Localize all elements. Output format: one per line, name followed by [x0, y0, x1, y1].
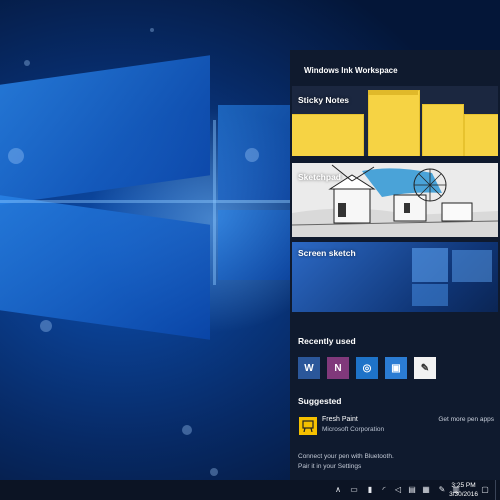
wallpaper-particle	[182, 425, 192, 435]
pen-workspace-icon[interactable]: ✎	[437, 482, 447, 496]
onenote-icon[interactable]: N	[327, 357, 349, 379]
maps-icon[interactable]: ◎	[356, 357, 378, 379]
screen-sketch-preview-pane	[412, 284, 448, 306]
sketchpad-label: Sketchpad	[298, 172, 341, 182]
screen-sketch-preview-pane	[452, 250, 492, 282]
clock-date: 3/30/2016	[449, 491, 478, 498]
wallpaper-window-pane	[218, 210, 290, 280]
word-icon[interactable]: W	[298, 357, 320, 379]
sticky-notes-label: Sticky Notes	[298, 95, 350, 105]
clock-time: 3:25 PM	[451, 482, 476, 489]
notifications-icon[interactable]: ▢	[480, 482, 490, 496]
volume-icon[interactable]: ◁	[393, 482, 403, 496]
sticky-note	[368, 90, 420, 156]
action-center-icon[interactable]: ▤	[407, 482, 417, 496]
network-icon[interactable]: ▮	[365, 482, 375, 496]
wallpaper-window-pane	[0, 195, 210, 340]
taskbar-clock[interactable]: 3:25 PM 3/30/2016	[449, 481, 478, 499]
wallpaper-window-pane	[0, 55, 210, 205]
sticky-note	[464, 114, 498, 156]
wifi-icon[interactable]: ◜	[379, 482, 389, 496]
battery-icon[interactable]: ▭	[349, 482, 359, 496]
wallpaper-light-beam	[0, 200, 290, 203]
chevron-up-icon[interactable]: ∧	[333, 482, 343, 496]
sticky-note	[422, 104, 464, 156]
fresh-paint-icon[interactable]	[299, 417, 317, 435]
wallpaper-particle	[24, 60, 30, 66]
pen-hint-line1: Connect your pen with Bluetooth.	[298, 453, 394, 460]
get-more-pen-apps-link[interactable]: Get more pen apps	[438, 416, 494, 423]
pen-app-icon[interactable]: ✎	[414, 357, 436, 379]
photos-icon[interactable]: ▣	[385, 357, 407, 379]
suggested-heading: Suggested	[298, 396, 342, 406]
sticky-note	[292, 114, 364, 156]
taskbar: ∧ ▭ ▮ ◜ ◁ ▤ ▦ ✎ ▥ 3:25 PM 3/30/2016 ▢	[0, 480, 500, 500]
wallpaper-particle	[210, 468, 218, 476]
keyboard-icon[interactable]: ▦	[421, 482, 431, 496]
wallpaper-particle	[8, 148, 24, 164]
pen-settings-link[interactable]: Pair it in your Settings	[298, 463, 361, 470]
panel-title: Windows Ink Workspace	[304, 66, 398, 75]
sticky-note-toolbar	[368, 90, 418, 95]
screen-sketch-preview-pane	[412, 248, 448, 282]
ink-workspace-panel: Windows Ink Workspace Sticky Notes Sketc…	[290, 50, 500, 480]
show-desktop-button[interactable]	[495, 480, 500, 500]
wallpaper-particle	[245, 148, 259, 162]
wallpaper-particle	[40, 320, 52, 332]
suggested-app-name[interactable]: Fresh Paint	[322, 416, 358, 423]
suggested-app-publisher: Microsoft Corporation	[322, 426, 385, 433]
screen-sketch-label: Screen sketch	[298, 248, 356, 258]
wallpaper-particle	[150, 28, 154, 32]
recently-used-heading: Recently used	[298, 336, 356, 346]
easel-icon	[302, 420, 314, 432]
